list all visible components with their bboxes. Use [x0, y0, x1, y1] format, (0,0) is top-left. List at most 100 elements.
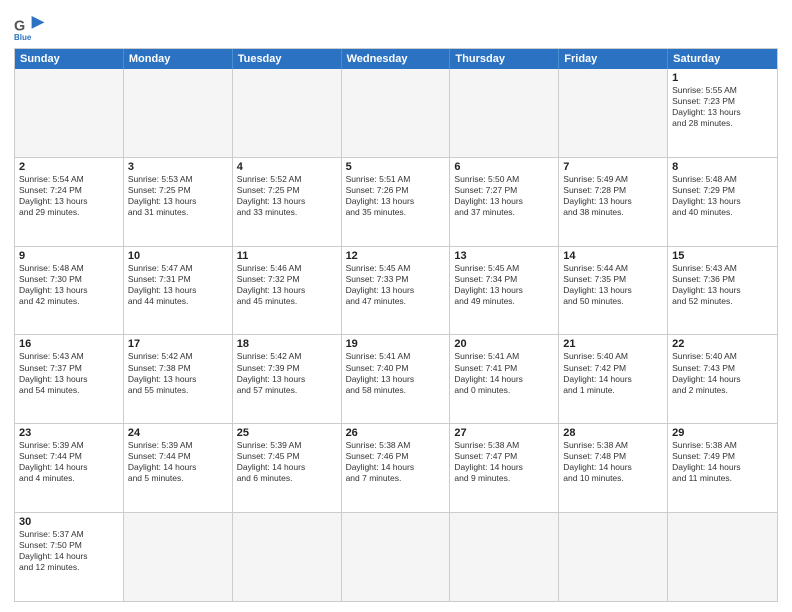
calendar-cell	[559, 69, 668, 157]
calendar-cell	[342, 69, 451, 157]
weekday-header-monday: Monday	[124, 49, 233, 69]
day-number: 18	[237, 338, 337, 350]
calendar-cell: 23Sunrise: 5:39 AM Sunset: 7:44 PM Dayli…	[15, 424, 124, 512]
calendar-cell: 7Sunrise: 5:49 AM Sunset: 7:28 PM Daylig…	[559, 158, 668, 246]
calendar-cell: 12Sunrise: 5:45 AM Sunset: 7:33 PM Dayli…	[342, 247, 451, 335]
weekday-header-friday: Friday	[559, 49, 668, 69]
day-number: 2	[19, 161, 119, 173]
weekday-header-wednesday: Wednesday	[342, 49, 451, 69]
day-info: Sunrise: 5:45 AM Sunset: 7:33 PM Dayligh…	[346, 263, 446, 307]
day-number: 19	[346, 338, 446, 350]
day-number: 10	[128, 250, 228, 262]
day-number: 7	[563, 161, 663, 173]
day-info: Sunrise: 5:55 AM Sunset: 7:23 PM Dayligh…	[672, 85, 773, 129]
day-info: Sunrise: 5:40 AM Sunset: 7:42 PM Dayligh…	[563, 351, 663, 395]
day-number: 20	[454, 338, 554, 350]
svg-text:G: G	[14, 18, 25, 34]
day-info: Sunrise: 5:51 AM Sunset: 7:26 PM Dayligh…	[346, 174, 446, 218]
day-number: 8	[672, 161, 773, 173]
calendar-row-0: 1Sunrise: 5:55 AM Sunset: 7:23 PM Daylig…	[15, 69, 777, 157]
day-number: 24	[128, 427, 228, 439]
calendar-cell: 17Sunrise: 5:42 AM Sunset: 7:38 PM Dayli…	[124, 335, 233, 423]
calendar-cell: 2Sunrise: 5:54 AM Sunset: 7:24 PM Daylig…	[15, 158, 124, 246]
day-info: Sunrise: 5:45 AM Sunset: 7:34 PM Dayligh…	[454, 263, 554, 307]
day-info: Sunrise: 5:37 AM Sunset: 7:50 PM Dayligh…	[19, 529, 119, 573]
day-info: Sunrise: 5:42 AM Sunset: 7:39 PM Dayligh…	[237, 351, 337, 395]
day-number: 26	[346, 427, 446, 439]
calendar-cell: 28Sunrise: 5:38 AM Sunset: 7:48 PM Dayli…	[559, 424, 668, 512]
calendar-cell: 24Sunrise: 5:39 AM Sunset: 7:44 PM Dayli…	[124, 424, 233, 512]
calendar-cell	[15, 69, 124, 157]
calendar-row-2: 9Sunrise: 5:48 AM Sunset: 7:30 PM Daylig…	[15, 246, 777, 335]
calendar-cell: 3Sunrise: 5:53 AM Sunset: 7:25 PM Daylig…	[124, 158, 233, 246]
day-info: Sunrise: 5:47 AM Sunset: 7:31 PM Dayligh…	[128, 263, 228, 307]
calendar-row-1: 2Sunrise: 5:54 AM Sunset: 7:24 PM Daylig…	[15, 157, 777, 246]
day-number: 13	[454, 250, 554, 262]
calendar-row-5: 30Sunrise: 5:37 AM Sunset: 7:50 PM Dayli…	[15, 512, 777, 601]
calendar-cell	[233, 513, 342, 601]
day-number: 1	[672, 72, 773, 84]
calendar-page: G Blue SundayMondayTuesdayWednesdayThurs…	[0, 0, 792, 612]
day-number: 11	[237, 250, 337, 262]
calendar-cell	[668, 513, 777, 601]
calendar-cell: 20Sunrise: 5:41 AM Sunset: 7:41 PM Dayli…	[450, 335, 559, 423]
day-number: 12	[346, 250, 446, 262]
day-info: Sunrise: 5:43 AM Sunset: 7:37 PM Dayligh…	[19, 351, 119, 395]
day-number: 3	[128, 161, 228, 173]
weekday-header-thursday: Thursday	[450, 49, 559, 69]
calendar-cell: 8Sunrise: 5:48 AM Sunset: 7:29 PM Daylig…	[668, 158, 777, 246]
calendar-cell: 10Sunrise: 5:47 AM Sunset: 7:31 PM Dayli…	[124, 247, 233, 335]
day-number: 15	[672, 250, 773, 262]
calendar-cell: 25Sunrise: 5:39 AM Sunset: 7:45 PM Dayli…	[233, 424, 342, 512]
calendar-cell: 19Sunrise: 5:41 AM Sunset: 7:40 PM Dayli…	[342, 335, 451, 423]
calendar-cell	[124, 513, 233, 601]
day-number: 28	[563, 427, 663, 439]
day-number: 29	[672, 427, 773, 439]
logo: G Blue	[14, 14, 50, 42]
calendar-header: SundayMondayTuesdayWednesdayThursdayFrid…	[15, 49, 777, 69]
calendar-cell	[450, 513, 559, 601]
day-number: 14	[563, 250, 663, 262]
calendar-cell	[559, 513, 668, 601]
calendar-cell	[342, 513, 451, 601]
calendar: SundayMondayTuesdayWednesdayThursdayFrid…	[14, 48, 778, 602]
day-number: 30	[19, 516, 119, 528]
day-info: Sunrise: 5:54 AM Sunset: 7:24 PM Dayligh…	[19, 174, 119, 218]
calendar-row-3: 16Sunrise: 5:43 AM Sunset: 7:37 PM Dayli…	[15, 334, 777, 423]
day-number: 9	[19, 250, 119, 262]
calendar-cell: 29Sunrise: 5:38 AM Sunset: 7:49 PM Dayli…	[668, 424, 777, 512]
day-info: Sunrise: 5:39 AM Sunset: 7:44 PM Dayligh…	[19, 440, 119, 484]
day-info: Sunrise: 5:48 AM Sunset: 7:30 PM Dayligh…	[19, 263, 119, 307]
day-number: 17	[128, 338, 228, 350]
calendar-cell	[124, 69, 233, 157]
day-info: Sunrise: 5:42 AM Sunset: 7:38 PM Dayligh…	[128, 351, 228, 395]
calendar-cell: 13Sunrise: 5:45 AM Sunset: 7:34 PM Dayli…	[450, 247, 559, 335]
calendar-cell: 27Sunrise: 5:38 AM Sunset: 7:47 PM Dayli…	[450, 424, 559, 512]
day-number: 27	[454, 427, 554, 439]
day-info: Sunrise: 5:40 AM Sunset: 7:43 PM Dayligh…	[672, 351, 773, 395]
day-info: Sunrise: 5:49 AM Sunset: 7:28 PM Dayligh…	[563, 174, 663, 218]
calendar-cell: 21Sunrise: 5:40 AM Sunset: 7:42 PM Dayli…	[559, 335, 668, 423]
day-info: Sunrise: 5:39 AM Sunset: 7:45 PM Dayligh…	[237, 440, 337, 484]
calendar-cell: 6Sunrise: 5:50 AM Sunset: 7:27 PM Daylig…	[450, 158, 559, 246]
day-info: Sunrise: 5:53 AM Sunset: 7:25 PM Dayligh…	[128, 174, 228, 218]
calendar-cell: 1Sunrise: 5:55 AM Sunset: 7:23 PM Daylig…	[668, 69, 777, 157]
calendar-cell: 18Sunrise: 5:42 AM Sunset: 7:39 PM Dayli…	[233, 335, 342, 423]
header: G Blue	[14, 10, 778, 42]
day-info: Sunrise: 5:44 AM Sunset: 7:35 PM Dayligh…	[563, 263, 663, 307]
day-number: 22	[672, 338, 773, 350]
calendar-cell: 4Sunrise: 5:52 AM Sunset: 7:25 PM Daylig…	[233, 158, 342, 246]
day-number: 4	[237, 161, 337, 173]
calendar-cell	[233, 69, 342, 157]
day-info: Sunrise: 5:38 AM Sunset: 7:46 PM Dayligh…	[346, 440, 446, 484]
day-number: 16	[19, 338, 119, 350]
day-info: Sunrise: 5:38 AM Sunset: 7:48 PM Dayligh…	[563, 440, 663, 484]
calendar-row-4: 23Sunrise: 5:39 AM Sunset: 7:44 PM Dayli…	[15, 423, 777, 512]
day-info: Sunrise: 5:50 AM Sunset: 7:27 PM Dayligh…	[454, 174, 554, 218]
calendar-body: 1Sunrise: 5:55 AM Sunset: 7:23 PM Daylig…	[15, 69, 777, 601]
calendar-cell: 26Sunrise: 5:38 AM Sunset: 7:46 PM Dayli…	[342, 424, 451, 512]
day-number: 21	[563, 338, 663, 350]
day-info: Sunrise: 5:38 AM Sunset: 7:47 PM Dayligh…	[454, 440, 554, 484]
day-info: Sunrise: 5:52 AM Sunset: 7:25 PM Dayligh…	[237, 174, 337, 218]
calendar-cell: 22Sunrise: 5:40 AM Sunset: 7:43 PM Dayli…	[668, 335, 777, 423]
